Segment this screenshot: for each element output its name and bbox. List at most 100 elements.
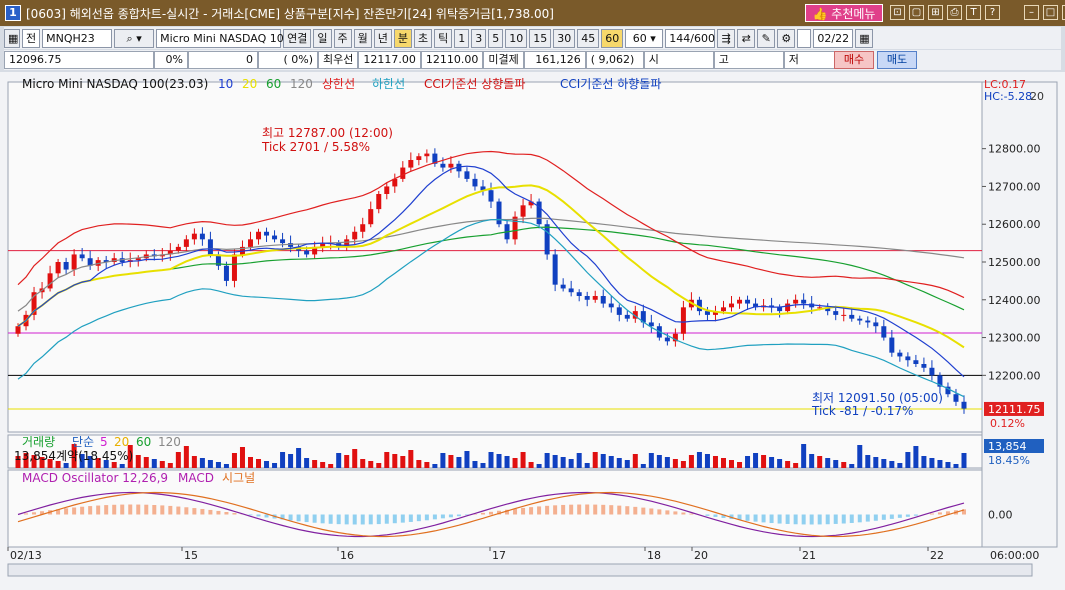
macd-bar (513, 508, 518, 515)
minute-30[interactable]: 30 (553, 28, 576, 48)
macd-bar (360, 514, 365, 525)
compare-icon[interactable]: ⇄ (737, 28, 756, 48)
candle-body (55, 262, 61, 274)
period-continuous[interactable]: 연결 (283, 28, 312, 48)
buy-button[interactable]: 매수 (834, 51, 874, 69)
x-tick-label: 22 (930, 549, 944, 562)
chart-area[interactable]: 12800.00 12700.00 12600.00 12500.00 12400.00… (0, 72, 1065, 590)
volume-bar (704, 454, 710, 468)
volume-bar (135, 455, 141, 468)
code-input[interactable]: MNQH23 (42, 28, 113, 48)
macd-bar (152, 505, 157, 515)
volume-last: 13,854 (988, 440, 1027, 453)
text-icon[interactable]: T (966, 5, 981, 20)
macd-bar (120, 504, 125, 515)
grid-icon[interactable]: ▦ (4, 28, 20, 48)
date-input[interactable]: 02/22 (813, 28, 854, 48)
macd-bar (288, 514, 293, 521)
period-week[interactable]: 주 (333, 28, 352, 48)
macd-bar (713, 514, 718, 517)
period-month[interactable]: 월 (353, 28, 372, 48)
volume-bar (207, 460, 213, 468)
minute-5[interactable]: 5 (488, 28, 504, 48)
volume-bar (785, 461, 791, 468)
candle-body (881, 326, 887, 338)
interval-value: 60 (632, 31, 647, 45)
candle-body (448, 163, 454, 168)
volume-bar (496, 454, 502, 468)
candle-body (440, 163, 446, 168)
count-input[interactable]: 144/600 (665, 28, 716, 48)
upper-band-legend: 상한선 (322, 77, 355, 91)
calendar-icon[interactable]: ▦ (855, 28, 874, 48)
volume-bar (352, 449, 358, 468)
candle-body (592, 296, 598, 300)
candle-body (616, 307, 622, 315)
minimize-icon[interactable]: – (1024, 5, 1039, 20)
period-year[interactable]: 년 (373, 28, 392, 48)
macd-bar (817, 514, 822, 525)
macd-bar (649, 508, 654, 515)
scrollbar (7, 563, 1033, 577)
period-tick[interactable]: 틱 (434, 28, 453, 48)
candle-body (921, 364, 927, 368)
volume-bar (817, 456, 823, 468)
x-tick-label: 18 (647, 549, 661, 562)
y-tick-label: 12200.00 (988, 369, 1041, 382)
settings-icon[interactable]: ⚙ (777, 28, 796, 48)
recommend-menu-button[interactable]: 👍 추천메뉴 (805, 4, 883, 22)
period-minute[interactable]: 분 (393, 28, 412, 48)
macd-bar (72, 507, 77, 515)
maximize-icon[interactable]: □ (1043, 5, 1058, 20)
help-icon[interactable]: ? (985, 5, 1000, 20)
window-icon[interactable]: ▢ (909, 5, 924, 20)
macd-bar (681, 512, 686, 515)
volume-bar (720, 458, 726, 468)
volume-bar (448, 455, 454, 468)
candle-body (857, 318, 863, 321)
macd-zero-label: 0.00 (988, 509, 1013, 522)
candle-body (865, 320, 871, 323)
macd-bar (456, 514, 461, 517)
volume-bar (592, 452, 598, 468)
unsettled-change-value: 9,062 (598, 53, 631, 66)
macd-bar (448, 514, 453, 518)
macd-bar (841, 514, 846, 524)
minute-15[interactable]: 15 (529, 28, 552, 48)
low-note: 최저 12091.50 (05:00) (812, 391, 943, 405)
minute-1[interactable]: 1 (454, 28, 470, 48)
volume-bar (929, 458, 935, 468)
volume-bar (688, 455, 694, 468)
chart-title: Micro Mini NASDAQ 100(23.03) (22, 77, 208, 91)
candle-body (223, 265, 229, 281)
link-icon[interactable]: ⊞ (928, 5, 943, 20)
search-icon[interactable]: ⌕ ▾ (114, 28, 155, 48)
candle-body (304, 250, 310, 255)
product-name: Micro Mini NASDAQ 10 (156, 28, 284, 48)
macd-bar (537, 506, 542, 515)
current-price: 12096.75 (4, 51, 154, 69)
sell-button[interactable]: 매도 (877, 51, 917, 69)
period-second[interactable]: 초 (414, 28, 433, 48)
minute-3[interactable]: 3 (471, 28, 487, 48)
print-icon[interactable]: ⎙ (947, 5, 962, 20)
volume-bar (480, 463, 486, 468)
date-checkbox[interactable] (797, 28, 812, 48)
volume-bar (504, 456, 510, 468)
period-day[interactable]: 일 (313, 28, 332, 48)
volume-bar (664, 457, 670, 468)
scroll-icon[interactable]: ⇶ (717, 28, 736, 48)
volume-ma-legend: 60 (136, 435, 151, 449)
draw-icon[interactable]: ✎ (757, 28, 776, 48)
minute-60[interactable]: 60 (601, 28, 624, 48)
candle-body (488, 190, 494, 202)
minute-10[interactable]: 10 (505, 28, 528, 48)
volume-bar (256, 459, 262, 468)
volume-bar (544, 453, 550, 468)
interval-select[interactable]: 60 ▾ (625, 28, 664, 48)
candle-body (873, 322, 879, 327)
pin-icon[interactable]: ⊡ (890, 5, 905, 20)
minute-45[interactable]: 45 (577, 28, 600, 48)
mode-select[interactable]: 전 (22, 28, 41, 48)
volume-bar (608, 456, 614, 468)
